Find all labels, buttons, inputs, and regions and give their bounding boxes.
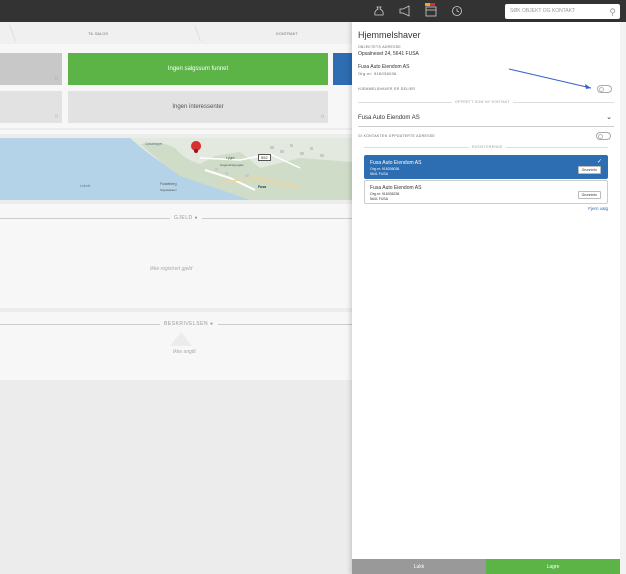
tile-placeholder-2[interactable]: □ [0, 91, 62, 123]
deler-toggle[interactable] [597, 85, 612, 93]
info-icon[interactable]: ● [195, 215, 199, 221]
interessenter-text: Ingen interessenter [172, 104, 224, 110]
info-icon[interactable]: ● [210, 321, 214, 327]
map-label: Fusa [258, 185, 267, 189]
step-chevron [0, 25, 16, 41]
gjeld-empty: Ikke registrert gjeld [150, 266, 193, 272]
panel-title: Hjemmelshaver [358, 30, 421, 40]
address-label: OBJEKTETS ADRESSE [358, 45, 402, 49]
card-org: Org.nr: 916036236 [370, 192, 400, 196]
eksisterende-label: EKSISTERENDE [469, 145, 506, 149]
moneybag-icon[interactable] [370, 3, 388, 19]
map-label: Leirvik [80, 184, 91, 188]
search-input[interactable]: SØK OBJEKT OG KONTAKT ⚲ [505, 4, 620, 19]
lukk-button[interactable]: Lukk [352, 559, 486, 574]
search-icon[interactable]: ⚲ [609, 5, 616, 20]
placeholder-triangle-icon [170, 332, 192, 346]
hjemmelshaver-panel: Hjemmelshaver OBJEKTETS ADRESSE Opsalnes… [352, 22, 626, 574]
megaphone-icon[interactable] [396, 3, 414, 19]
progress-steps: TIL SALGS KONTRAKT [0, 22, 352, 44]
beskrivelsen-empty: Ikke angitt [173, 349, 196, 355]
main-content: TIL SALGS KONTRAKT □ Ingen salgssum funn… [0, 22, 352, 574]
interessenter-tile[interactable]: Ingen interessenter □ [68, 91, 328, 123]
card-place: 5641 FUSA [370, 197, 389, 201]
step-kontrakt[interactable]: KONTRAKT [276, 31, 298, 36]
check-icon: ✓ [596, 159, 602, 165]
scrollbar[interactable] [620, 22, 626, 574]
owner-org: Org.nr: 916036036 [358, 71, 397, 76]
deler-label: HJEMMELSHAVER ER DELIER [358, 87, 416, 91]
notification-badge-red [430, 3, 435, 6]
map-label: Lygre [226, 156, 235, 160]
beskrivelsen-label-text: BESKRIVELSEN [164, 321, 209, 327]
top-bar: SØK OBJEKT OG KONTAKT ⚲ [0, 0, 626, 22]
annotation-arrow [508, 68, 592, 89]
topbar-icons [370, 3, 466, 19]
card-place: 5641 FUSA [370, 172, 389, 176]
card-name: Fusa Auto Eiendom AS [370, 160, 422, 166]
step-til-salgs[interactable]: TIL SALGS [88, 31, 108, 36]
tile-icon: □ [54, 114, 58, 120]
map-label: Opsahaget [145, 142, 163, 146]
strip [0, 130, 352, 134]
map-label: Hagenkrappsgate [220, 163, 244, 167]
gjeld-label: GJELD ● [170, 215, 203, 221]
contact-select[interactable]: Fusa Auto Eiendom AS ⌄ [358, 112, 614, 127]
card-org: Org.nr: 916036036 [370, 167, 400, 171]
contact-card[interactable]: Fusa Auto Eiendom AS Org.nr: 916036236 5… [364, 180, 608, 204]
calendar-icon[interactable] [422, 3, 440, 19]
tile-icon: □ [320, 114, 324, 120]
grunninfo-button[interactable]: Grunninfo [577, 166, 601, 174]
history-icon[interactable] [448, 3, 466, 19]
step-chevron [182, 25, 201, 41]
beskrivelsen-section: BESKRIVELSEN ● Ikke angitt [0, 312, 352, 380]
opprett-label: OPPRETT SOM NY KONTAKT [452, 100, 514, 104]
fjern-valg-link[interactable]: Fjern valg [588, 206, 608, 211]
map-label: Sagabakken [160, 188, 177, 192]
tile-blue[interactable] [333, 53, 352, 85]
grunninfo-button[interactable]: Grunninfo [577, 191, 601, 199]
salgssum-tile[interactable]: Ingen salgssum funnet [68, 53, 328, 85]
contact-card-selected[interactable]: Fusa Auto Eiendom AS Org.nr: 916036036 5… [364, 155, 608, 179]
lagre-button[interactable]: Lagre [486, 559, 620, 574]
gjeld-label-text: GJELD [174, 215, 193, 221]
owner-name: Fusa Auto Eiendom AS [358, 64, 410, 70]
upp-toggle[interactable] [596, 132, 611, 140]
salgssum-text: Ingen salgssum funnet [167, 66, 229, 72]
address-value: Opsalneset 24, 5641 FUSA [358, 51, 419, 57]
beskrivelsen-label: BESKRIVELSEN ● [160, 321, 218, 327]
search-placeholder: SØK OBJEKT OG KONTAKT [510, 8, 576, 14]
tile-icon: □ [54, 76, 58, 82]
map-label: Fuskeberg [160, 182, 177, 186]
upp-label: GI KONTAKTEN OPPDATERTE ADRESSE [358, 134, 435, 138]
chevron-down-icon: ⌄ [606, 114, 612, 121]
road-shield: 552 [258, 154, 271, 161]
select-value: Fusa Auto Eiendom AS [358, 115, 420, 121]
gjeld-section: GJELD ● Ikke registrert gjeld [0, 204, 352, 308]
card-name: Fusa Auto Eiendom AS [370, 185, 422, 191]
map[interactable]: Opsahaget Lygre Hagenkrappsgate Fuskeber… [0, 138, 352, 200]
tile-placeholder[interactable]: □ [0, 53, 62, 85]
